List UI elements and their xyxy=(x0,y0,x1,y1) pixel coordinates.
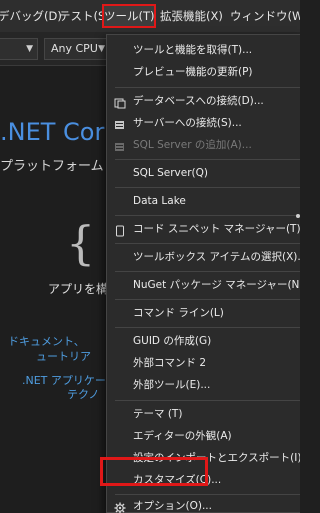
menu-debug[interactable]: デバッグ(D) xyxy=(0,6,62,26)
menu-separator xyxy=(115,243,300,244)
menu-separator xyxy=(115,87,300,88)
menu-item-label: NuGet パッケージ マネージャー(N) xyxy=(133,279,300,291)
net-link-line2[interactable]: テクノ xyxy=(67,386,99,402)
menu-item-connect-database[interactable]: データベースへの接続(D)... xyxy=(107,90,300,112)
menu-item-add-sql-server[interactable]: SQL Server の追加(A)... xyxy=(107,134,300,156)
menu-item-editor-appearance[interactable]: エディターの外観(A) xyxy=(107,425,300,447)
menu-item-label: エディターの外観(A) xyxy=(133,430,232,442)
menu-item-label: 外部ツール(E)... xyxy=(133,379,211,391)
menu-item-label: GUID の作成(G) xyxy=(133,335,212,347)
configuration-combo[interactable]: ▼ xyxy=(0,38,38,60)
gear-icon xyxy=(114,500,126,513)
menu-item-label: オプション(O)... xyxy=(133,500,212,512)
menu-item-label: 外部コマンド 2 xyxy=(133,357,207,369)
start-page-app-label: アプリを構 xyxy=(48,282,109,296)
platform-combo-value: Any CPU xyxy=(51,42,98,55)
menu-item-label: SQL Server の追加(A)... xyxy=(133,139,252,151)
platform-combo[interactable]: Any CPU ▼ xyxy=(44,38,110,60)
menu-item-command-line[interactable]: コマンド ライン(L) xyxy=(107,302,300,324)
menu-item-get-tools[interactable]: ツールと機能を取得(T)... xyxy=(107,39,300,61)
menu-extensions[interactable]: 拡張機能(X) xyxy=(160,6,223,26)
docs-link-line2[interactable]: ュートリア xyxy=(36,348,91,364)
menu-item-sql-server[interactable]: SQL Server(Q) xyxy=(107,162,300,184)
menu-item-toolbox-items[interactable]: ツールボックス アイテムの選択(X)... xyxy=(107,246,300,268)
menu-item-external-tools[interactable]: 外部ツール(E)... xyxy=(107,374,300,396)
code-brace-icon: { xyxy=(66,216,96,270)
menu-item-label: データベースへの接続(D)... xyxy=(133,95,264,107)
scroll-indicator xyxy=(296,214,300,218)
database-connect-icon xyxy=(114,95,126,109)
menu-item-label: テーマ (T) xyxy=(133,408,183,420)
menu-separator xyxy=(115,271,300,272)
snippet-icon xyxy=(114,223,126,237)
menu-item-label: コード スニペット マネージャー(T)... xyxy=(133,223,300,235)
options-highlight-box xyxy=(100,457,208,486)
menu-separator xyxy=(115,299,300,300)
menu-item-nuget[interactable]: NuGet パッケージ マネージャー(N) xyxy=(107,274,300,296)
menu-item-label: Data Lake xyxy=(133,195,186,207)
start-page-subtitle: プラットフォーム xyxy=(0,159,104,174)
menu-separator xyxy=(115,327,300,328)
menu-tools[interactable]: ツール(T) xyxy=(102,4,156,28)
ide-window: .NET Cor プラットフォーム { アプリを構 ドキュメント、 ュートリア … xyxy=(0,0,300,513)
menu-test[interactable]: テスト(S) xyxy=(59,6,110,26)
menu-item-code-snippets[interactable]: コード スニペット マネージャー(T)... xyxy=(107,218,300,240)
chevron-down-icon: ▼ xyxy=(98,44,105,54)
menu-item-label: SQL Server(Q) xyxy=(133,167,209,179)
menu-item-external-command-2[interactable]: 外部コマンド 2 xyxy=(107,352,300,374)
menu-item-label: サーバーへの接続(S)... xyxy=(133,117,242,129)
menu-separator xyxy=(115,159,300,160)
menu-item-create-guid[interactable]: GUID の作成(G) xyxy=(107,330,300,352)
menu-separator xyxy=(115,187,300,188)
menu-bar: デバッグ(D) テスト(S) ツール(T) 拡張機能(X) ウィンドウ(W) xyxy=(0,0,300,32)
menu-item-label: コマンド ライン(L) xyxy=(133,307,224,319)
chevron-down-icon: ▼ xyxy=(26,44,33,54)
docs-link-line1[interactable]: ドキュメント、 xyxy=(8,333,85,349)
menu-item-label: ツールボックス アイテムの選択(X)... xyxy=(133,251,300,263)
menu-item-connect-server[interactable]: サーバーへの接続(S)... xyxy=(107,112,300,134)
menu-separator xyxy=(115,400,300,401)
tools-menu-dropdown: ツールと機能を取得(T)... プレビュー機能の更新(P) データベースへの接続… xyxy=(106,34,300,513)
menu-window[interactable]: ウィンドウ(W) xyxy=(230,6,300,26)
sql-server-add-icon xyxy=(114,139,126,151)
menu-item-label: ツールと機能を取得(T)... xyxy=(133,44,253,56)
menu-item-preview-features[interactable]: プレビュー機能の更新(P) xyxy=(107,61,300,83)
menu-separator xyxy=(115,215,300,216)
menu-item-theme[interactable]: テーマ (T) xyxy=(107,403,300,425)
menu-item-options[interactable]: オプション(O)... xyxy=(107,495,300,513)
menu-item-data-lake[interactable]: Data Lake xyxy=(107,190,300,212)
server-connect-icon xyxy=(114,117,126,129)
menu-item-label: プレビュー機能の更新(P) xyxy=(133,66,253,78)
start-page-title: .NET Cor xyxy=(0,118,105,146)
